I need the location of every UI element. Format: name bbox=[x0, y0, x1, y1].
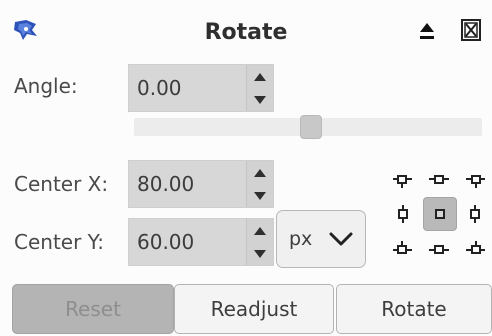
angle-value[interactable]: 0.00 bbox=[137, 76, 182, 100]
anchor-top-right-icon[interactable] bbox=[464, 171, 486, 189]
arrow-up-icon bbox=[254, 226, 266, 235]
center-x-spinbox[interactable]: 80.00 bbox=[128, 160, 274, 208]
angle-decrement-button[interactable] bbox=[247, 88, 273, 111]
center-y-spinbox[interactable]: 60.00 bbox=[128, 218, 274, 266]
anchor-middle-right-icon[interactable] bbox=[464, 205, 486, 223]
rotate-dialog: Rotate Angle: 0.00 Center X: 80.00 Cente… bbox=[0, 0, 492, 336]
reset-button[interactable]: Reset bbox=[12, 284, 174, 334]
readjust-button[interactable]: Readjust bbox=[174, 284, 334, 334]
chevron-down-icon bbox=[329, 232, 353, 246]
arrow-down-icon bbox=[254, 95, 266, 104]
center-y-stepper bbox=[246, 219, 273, 265]
rotate-button[interactable]: Rotate bbox=[336, 284, 492, 334]
arrow-down-icon bbox=[254, 249, 266, 258]
anchor-top-center-icon[interactable] bbox=[428, 171, 450, 189]
close-box-icon[interactable] bbox=[460, 18, 482, 42]
anchor-middle-left-icon[interactable] bbox=[392, 205, 414, 223]
angle-spinbox[interactable]: 0.00 bbox=[128, 64, 274, 112]
unit-select[interactable]: px bbox=[276, 210, 366, 268]
eject-triangle-icon[interactable] bbox=[416, 18, 438, 44]
center-x-decrement-button[interactable] bbox=[247, 184, 273, 207]
unit-value: px bbox=[289, 228, 313, 250]
arrow-down-icon bbox=[254, 191, 266, 200]
center-x-increment-button[interactable] bbox=[247, 161, 273, 184]
anchor-bottom-center-icon[interactable] bbox=[428, 240, 450, 258]
anchor-bottom-right-icon[interactable] bbox=[464, 240, 486, 258]
anchor-center-button[interactable] bbox=[423, 197, 457, 231]
anchor-bottom-left-icon[interactable] bbox=[392, 240, 414, 258]
angle-increment-button[interactable] bbox=[247, 65, 273, 88]
anchor-center-icon bbox=[435, 209, 445, 219]
center-y-decrement-button[interactable] bbox=[247, 242, 273, 265]
center-x-value[interactable]: 80.00 bbox=[137, 172, 194, 196]
angle-label: Angle: bbox=[14, 74, 78, 98]
angle-stepper bbox=[246, 65, 273, 111]
center-x-label: Center X: bbox=[14, 172, 109, 196]
arrow-up-icon bbox=[254, 168, 266, 177]
arrow-up-icon bbox=[254, 72, 266, 81]
center-y-label: Center Y: bbox=[14, 230, 104, 254]
anchor-top-left-icon[interactable] bbox=[392, 171, 414, 189]
angle-slider-handle[interactable] bbox=[300, 115, 322, 139]
center-y-value[interactable]: 60.00 bbox=[137, 230, 194, 254]
center-x-stepper bbox=[246, 161, 273, 207]
center-y-increment-button[interactable] bbox=[247, 219, 273, 242]
